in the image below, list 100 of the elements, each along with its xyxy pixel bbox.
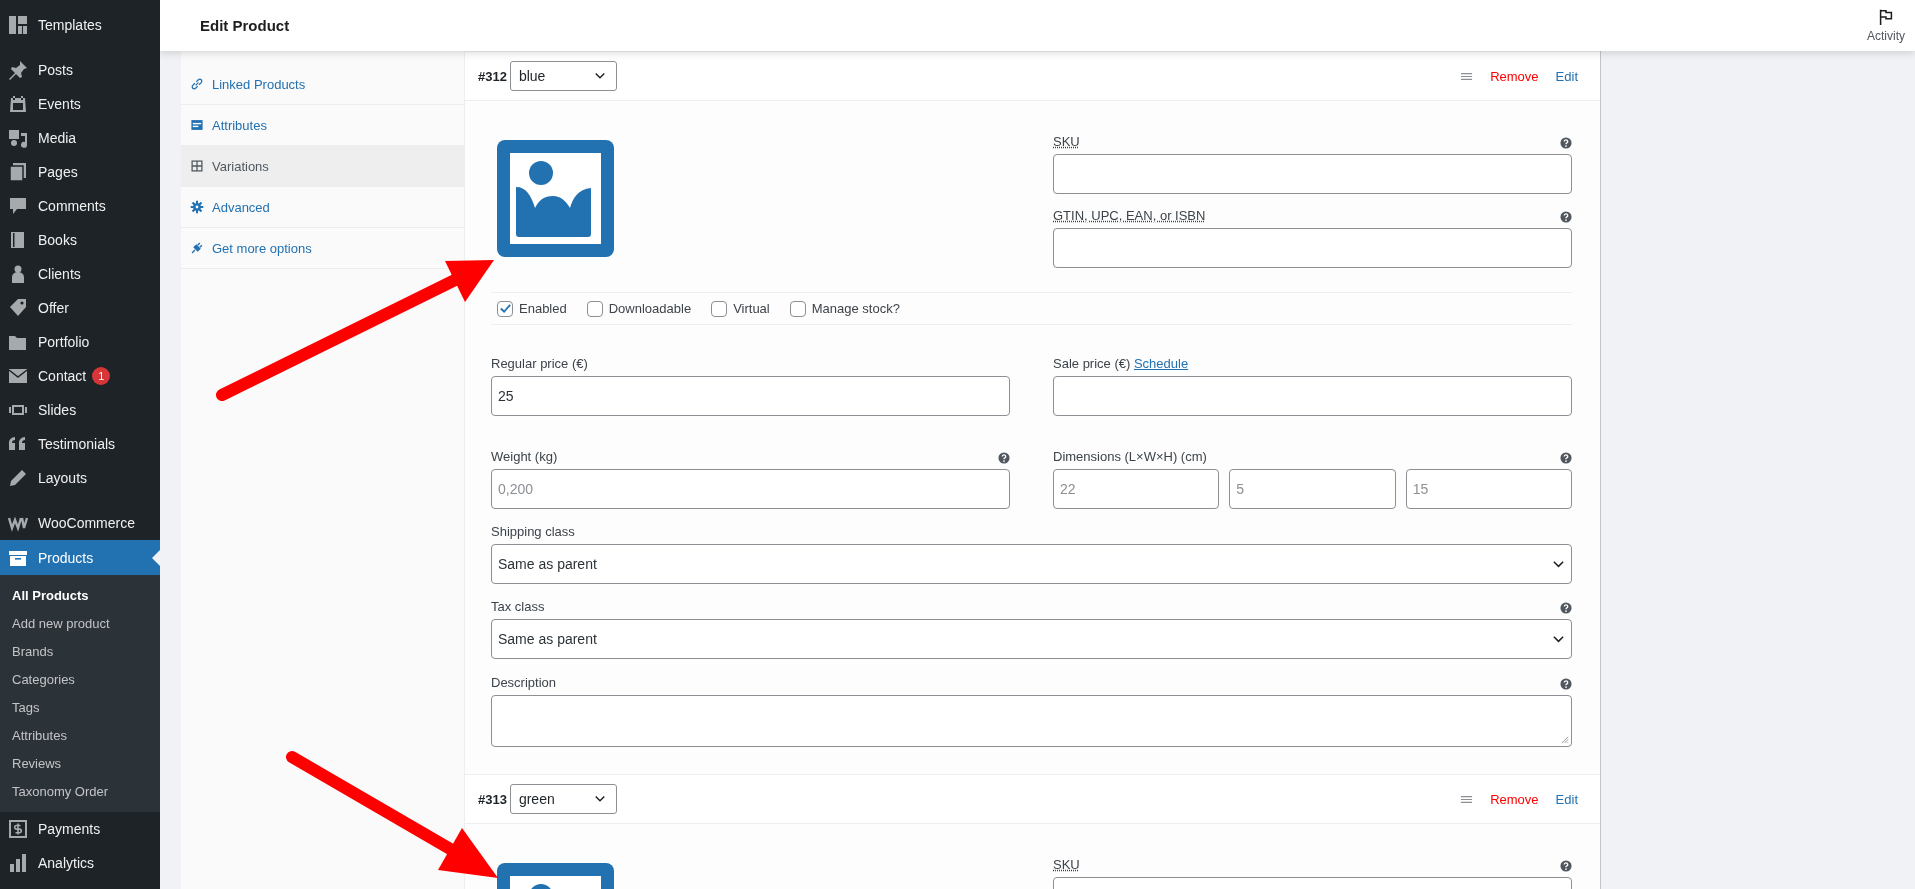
sidebar-menu-item[interactable]: Offer bbox=[0, 291, 160, 325]
sidebar-menu-item[interactable]: Analytics bbox=[0, 846, 160, 880]
sidebar-menu-item[interactable]: Testimonials bbox=[0, 427, 160, 461]
field-label: Weight (kg) bbox=[491, 449, 558, 464]
sidebar-menu-item[interactable]: Posts bbox=[0, 53, 160, 87]
select-dropdown[interactable]: Same as parent bbox=[491, 619, 1572, 659]
attribute-dropdown[interactable]: green bbox=[509, 784, 617, 814]
sidebar-menu-item[interactable]: Layouts bbox=[0, 461, 160, 495]
variation-number: #313 bbox=[478, 791, 507, 807]
checkbox[interactable] bbox=[711, 300, 728, 317]
checkbox-label: Enabled bbox=[519, 301, 567, 316]
pencil-icon bbox=[8, 468, 28, 488]
field-label: SKU bbox=[1053, 857, 1080, 872]
flag-icon bbox=[1877, 8, 1895, 26]
gear-icon bbox=[190, 200, 204, 214]
product-data-tab[interactable]: Variations bbox=[190, 158, 269, 174]
sidebar-menu-item[interactable]: Contact 1 bbox=[0, 359, 160, 393]
media-icon bbox=[8, 128, 28, 148]
checkmark-icon bbox=[498, 302, 512, 315]
help-icon bbox=[998, 452, 1010, 464]
input-field[interactable]: 22 bbox=[1053, 469, 1220, 509]
input-field[interactable]: 0,200 bbox=[491, 469, 1010, 509]
calendar-icon bbox=[8, 94, 28, 114]
checkbox[interactable] bbox=[789, 300, 806, 317]
submenu-link[interactable]: Categories bbox=[0, 666, 160, 694]
field-label: Shipping class bbox=[491, 524, 575, 539]
input-field[interactable] bbox=[1053, 154, 1572, 194]
remove-link[interactable]: Remove bbox=[1490, 791, 1539, 807]
submenu-link[interactable]: Reviews bbox=[0, 750, 160, 778]
edit-link[interactable]: Edit bbox=[1555, 68, 1578, 84]
schedule-link[interactable]: Schedule bbox=[1133, 356, 1189, 371]
textarea-field[interactable] bbox=[491, 695, 1572, 747]
field-label: SKU bbox=[1053, 134, 1080, 149]
field-label: Dimensions (L×W×H) (cm) bbox=[1053, 449, 1207, 464]
sidebar-menu-item[interactable]: Portfolio bbox=[0, 325, 160, 359]
checkbox-label: Virtual bbox=[733, 301, 770, 316]
variation-number: #312 bbox=[478, 68, 507, 84]
sidebar-menu-item[interactable]: Books bbox=[0, 223, 160, 257]
plug-icon bbox=[190, 241, 204, 255]
current-pointer-icon bbox=[152, 550, 160, 566]
checkbox[interactable] bbox=[586, 300, 603, 317]
help-icon bbox=[1560, 137, 1572, 149]
submenu-link[interactable]: Brands bbox=[0, 638, 160, 666]
field-label: Description bbox=[491, 675, 557, 690]
input-field[interactable]: 25 bbox=[491, 376, 1010, 416]
page-title: Edit Product bbox=[200, 17, 290, 34]
sidebar-menu-item[interactable]: Media bbox=[0, 121, 160, 155]
sidebar-menu-item[interactable]: Templates bbox=[0, 8, 160, 42]
sidebar-menu-item[interactable]: Products bbox=[0, 540, 160, 575]
sidebar-menu-item[interactable]: Payments bbox=[0, 812, 160, 846]
checkbox-label: Manage stock? bbox=[811, 301, 900, 316]
attribute-dropdown[interactable]: blue bbox=[509, 61, 617, 91]
checkbox[interactable] bbox=[497, 300, 513, 317]
help-icon bbox=[1560, 678, 1572, 690]
help-icon bbox=[1560, 860, 1572, 872]
help-icon bbox=[1560, 602, 1572, 614]
submenu-link[interactable]: Attributes bbox=[0, 722, 160, 750]
sidebar-menu-item[interactable]: Comments bbox=[0, 189, 160, 223]
grid-icon bbox=[8, 15, 28, 35]
help-icon bbox=[1560, 211, 1572, 223]
input-field[interactable]: 15 bbox=[1405, 469, 1572, 509]
link-icon bbox=[190, 77, 204, 91]
input-field[interactable] bbox=[1053, 228, 1572, 268]
speech-bubble-icon bbox=[8, 196, 28, 216]
activity-button[interactable]: Activity bbox=[1867, 8, 1905, 43]
submenu-link[interactable]: Tags bbox=[0, 694, 160, 722]
sidebar-menu-item[interactable]: WooCommerce bbox=[0, 506, 160, 540]
submenu-link[interactable]: All Products bbox=[0, 582, 160, 610]
input-field[interactable]: 5 bbox=[1229, 469, 1396, 509]
sidebar-menu-item[interactable]: Clients bbox=[0, 257, 160, 291]
field-label: Sale price (€) Schedule bbox=[1053, 356, 1189, 371]
tag-icon bbox=[8, 298, 28, 318]
product-data-tab[interactable]: Attributes bbox=[190, 117, 267, 133]
submenu-link[interactable]: Add new product bbox=[0, 610, 160, 638]
field-label: Tax class bbox=[491, 599, 545, 614]
resize-grip-icon bbox=[1560, 735, 1569, 744]
remove-link[interactable]: Remove bbox=[1490, 68, 1539, 84]
product-data-tab[interactable]: Get more options bbox=[190, 240, 312, 256]
help-icon bbox=[1560, 452, 1572, 464]
sidebar-menu-item[interactable]: Events bbox=[0, 87, 160, 121]
envelope-icon bbox=[8, 366, 28, 386]
select-dropdown[interactable]: Same as parent bbox=[491, 544, 1572, 584]
input-field[interactable] bbox=[1053, 376, 1572, 416]
product-data-tab[interactable]: Linked Products bbox=[190, 76, 306, 92]
sidebar-menu-item[interactable]: Slides bbox=[0, 393, 160, 427]
grid-icon bbox=[190, 159, 204, 173]
card-icon bbox=[190, 118, 204, 132]
field-label: Regular price (€) bbox=[491, 356, 588, 371]
notification-badge: 1 bbox=[92, 367, 111, 385]
product-data-tab[interactable]: Advanced bbox=[190, 199, 270, 215]
sidebar-menu-item[interactable]: Pages bbox=[0, 155, 160, 189]
pin-icon bbox=[8, 60, 28, 80]
submenu-link[interactable]: Taxonomy Order bbox=[0, 778, 160, 806]
checkbox-label: Downloadable bbox=[608, 301, 692, 316]
image-placeholder-icon bbox=[497, 140, 614, 257]
payment-box-icon bbox=[8, 819, 28, 839]
bar-chart-icon bbox=[8, 853, 28, 873]
edit-link[interactable]: Edit bbox=[1555, 791, 1578, 807]
field-label: GTIN, UPC, EAN, or ISBN bbox=[1053, 208, 1206, 223]
pages-icon bbox=[8, 162, 28, 182]
